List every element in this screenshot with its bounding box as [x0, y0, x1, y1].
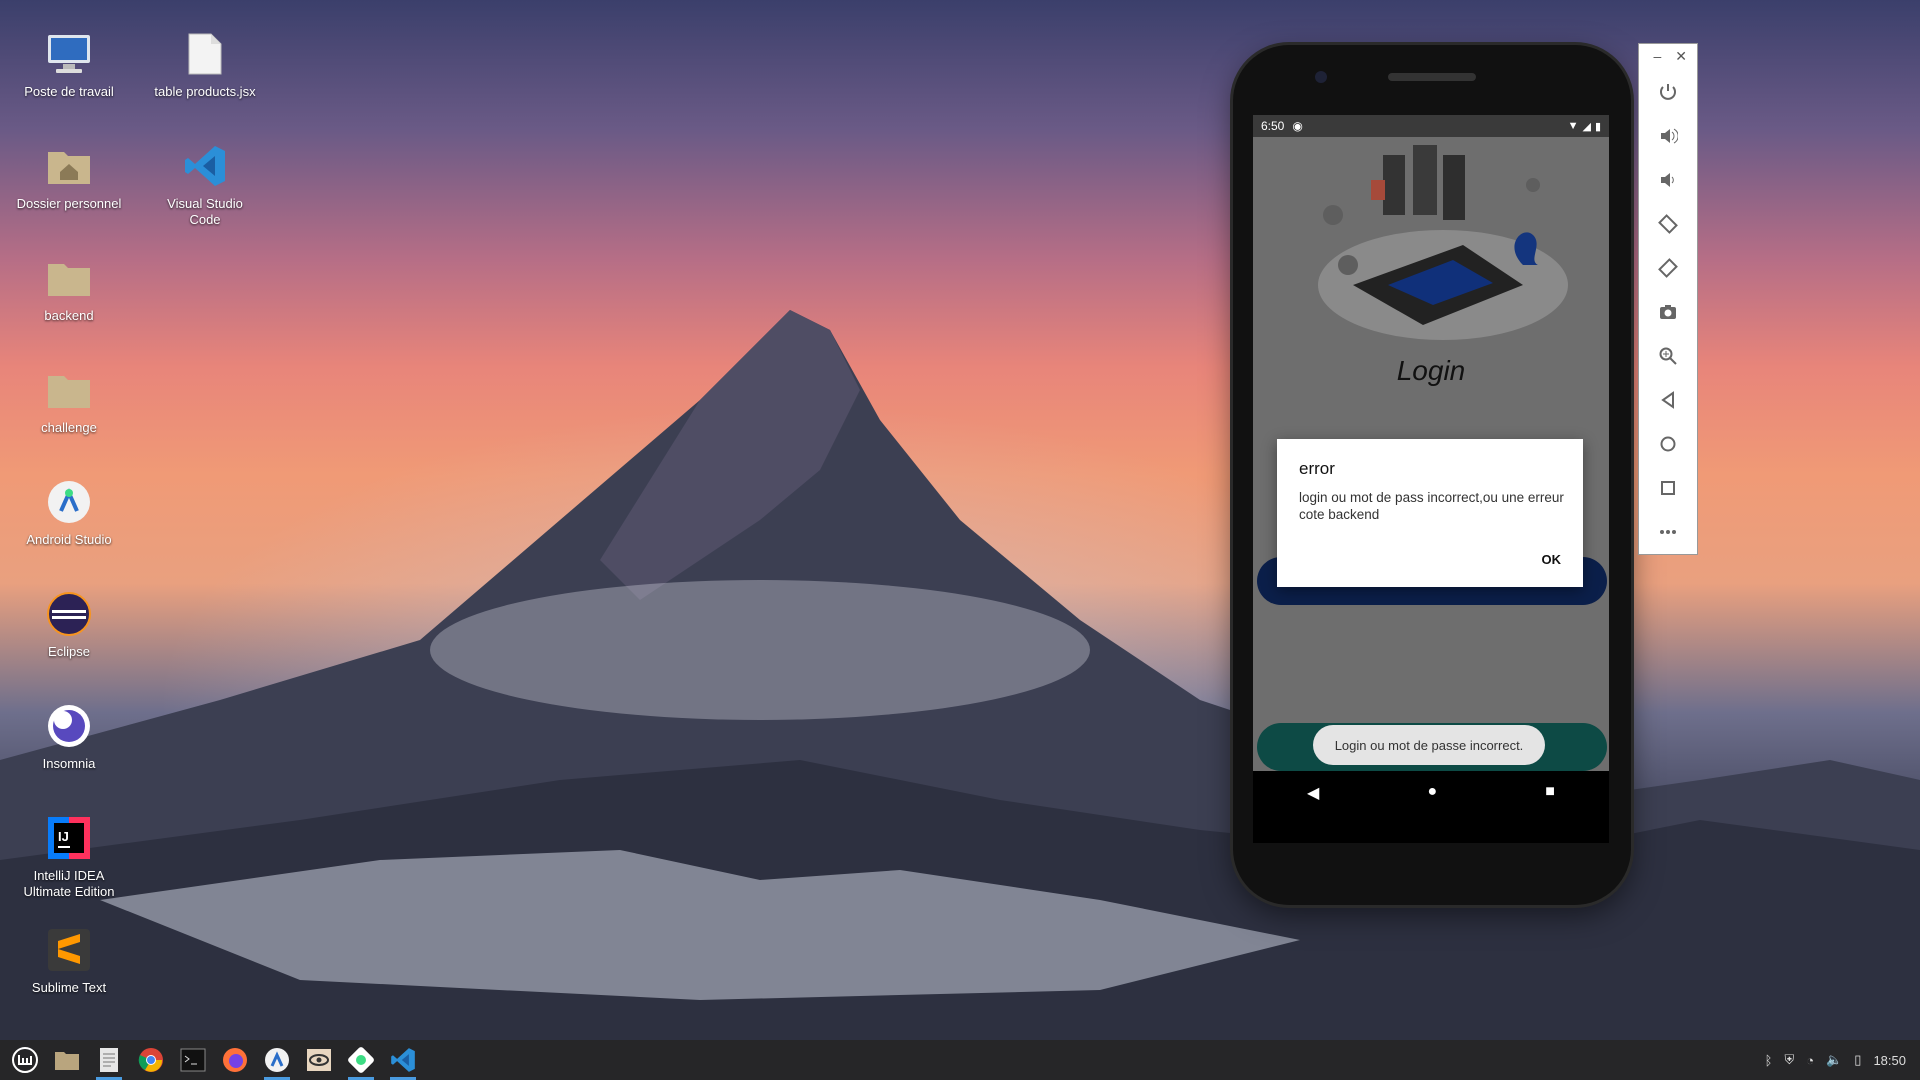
file-manager-icon[interactable] — [46, 1040, 88, 1080]
file-icon — [181, 30, 229, 78]
intellij-icon: IJ — [45, 814, 93, 862]
dialog-ok-button[interactable]: OK — [1542, 552, 1562, 567]
desktop-icon-backend[interactable]: backend — [14, 254, 124, 324]
dialog-title: error — [1299, 459, 1335, 478]
desktop-icon-vscode[interactable]: Visual Studio Code — [150, 142, 260, 228]
shield-icon[interactable]: ⛨ — [1784, 1052, 1794, 1068]
back-icon[interactable] — [1639, 378, 1697, 422]
system-tray: ᛒ ⛨ ◔ 🔈 ▯ 18:50 — [1765, 1052, 1920, 1068]
desktop-icon-label: Visual Studio Code — [167, 196, 243, 227]
desktop-icon-challenge[interactable]: challenge — [14, 366, 124, 436]
signal-icon: ◢ — [1582, 120, 1591, 133]
login-illustration — [1318, 145, 1568, 340]
desktop-icon-label: challenge — [41, 420, 97, 435]
folder-icon — [45, 254, 93, 302]
desktop-icon-poste-de-travail[interactable]: Poste de travail — [14, 30, 124, 100]
login-title: Login — [1396, 355, 1466, 386]
chrome-icon[interactable] — [130, 1040, 172, 1080]
wifi-icon: ▼ — [1567, 119, 1579, 132]
desktop-icon-label: Poste de travail — [24, 84, 114, 99]
volume-up-icon[interactable] — [1639, 114, 1697, 158]
volume-down-icon[interactable] — [1639, 158, 1697, 202]
bluetooth-icon[interactable]: ᛒ — [1765, 1053, 1773, 1068]
battery-icon: ▮ — [1594, 120, 1601, 133]
desktop-icon-label: Android Studio — [26, 532, 112, 547]
nav-back-icon[interactable]: ◀ — [1307, 783, 1319, 803]
desktop-icon-label: backend — [44, 308, 94, 323]
desktop-icon-sublime-text[interactable]: Sublime Text — [14, 926, 124, 996]
desktop-icon-label: IntelliJ IDEA Ultimate Edition — [23, 868, 115, 899]
more-options-icon[interactable] — [1639, 510, 1697, 554]
screenshot-camera-icon[interactable] — [1639, 290, 1697, 334]
emulator-toolbar: – ✕ — [1638, 43, 1698, 555]
phone-screen: 6:50 ◉ ▼ ◢ ▮ Login SE — [1253, 115, 1609, 843]
notification-icon: ◉ — [1292, 119, 1303, 133]
toast-message: Login ou mot de passe incorrect. — [1313, 725, 1545, 765]
desktop-icon-label: Insomnia — [42, 756, 96, 771]
zoom-icon[interactable] — [1639, 334, 1697, 378]
insomnia-icon — [45, 702, 93, 750]
desktop-icon-dossier-personnel[interactable]: Dossier personnel — [14, 142, 124, 212]
image-viewer-icon[interactable] — [298, 1040, 340, 1080]
text-editor-icon[interactable] — [88, 1040, 130, 1080]
power-icon[interactable] — [1639, 70, 1697, 114]
login-screen: Login SE CONNECTER — [1253, 137, 1609, 697]
desktop-icon-label: Sublime Text — [31, 980, 107, 995]
volume-icon[interactable]: 🔈 — [1826, 1052, 1842, 1068]
android-emulator-window: 6:50 ◉ ▼ ◢ ▮ Login SE — [1233, 45, 1631, 905]
rotate-left-icon[interactable] — [1639, 202, 1697, 246]
firefox-icon[interactable] — [214, 1040, 256, 1080]
desktop-icon-label: table products.jsx — [154, 84, 256, 99]
sublime-icon — [45, 926, 93, 974]
battery-tray-icon[interactable]: ▯ — [1854, 1052, 1861, 1068]
desktop-icon-insomnia[interactable]: Insomnia — [14, 702, 124, 772]
vscode-icon — [181, 142, 229, 190]
nav-home-icon[interactable]: ● — [1427, 783, 1437, 801]
home-icon[interactable] — [1639, 422, 1697, 466]
minimize-icon[interactable]: – — [1653, 48, 1661, 70]
svg-text:IJ: IJ — [58, 829, 69, 844]
phone-speaker — [1388, 73, 1476, 81]
folder-icon — [45, 366, 93, 414]
desktop-icon-label: Eclipse — [48, 644, 90, 659]
android-nav-bar: ◀ ● ■ — [1253, 771, 1609, 843]
front-camera — [1315, 71, 1327, 83]
emulator-taskbar-icon[interactable] — [340, 1040, 382, 1080]
eclipse-icon — [45, 590, 93, 638]
status-time: 6:50 — [1261, 119, 1285, 133]
close-icon[interactable]: ✕ — [1675, 48, 1687, 70]
network-wifi-icon[interactable]: ◔ — [1806, 1053, 1814, 1068]
dialog-message: login ou mot de pass incorrect,ou une er… — [1299, 490, 1564, 522]
taskbar: ᛒ ⛨ ◔ 🔈 ▯ 18:50 — [0, 1040, 1920, 1080]
desktop-icon-table-products[interactable]: table products.jsx — [150, 30, 260, 100]
desktop-icon-android-studio[interactable]: Android Studio — [14, 478, 124, 548]
desktop-icon-eclipse[interactable]: Eclipse — [14, 590, 124, 660]
vscode-taskbar-icon[interactable] — [382, 1040, 424, 1080]
overview-icon[interactable] — [1639, 466, 1697, 510]
android-studio-icon — [45, 478, 93, 526]
wallpaper-mountain — [0, 310, 1920, 1040]
rotate-right-icon[interactable] — [1639, 246, 1697, 290]
android-studio-taskbar-icon[interactable] — [256, 1040, 298, 1080]
error-dialog: error login ou mot de pass incorrect,ou … — [1277, 439, 1583, 587]
home-folder-icon — [45, 142, 93, 190]
computer-icon — [45, 30, 93, 78]
nav-recents-icon[interactable]: ■ — [1545, 783, 1555, 801]
desktop-icon-label: Dossier personnel — [16, 196, 122, 211]
android-status-bar: 6:50 ◉ ▼ ◢ ▮ — [1253, 115, 1609, 137]
mint-menu-icon[interactable] — [4, 1040, 46, 1080]
desktop-icon-intellij[interactable]: IJ IntelliJ IDEA Ultimate Edition — [14, 814, 124, 900]
clock[interactable]: 18:50 — [1873, 1053, 1906, 1068]
terminal-icon[interactable] — [172, 1040, 214, 1080]
